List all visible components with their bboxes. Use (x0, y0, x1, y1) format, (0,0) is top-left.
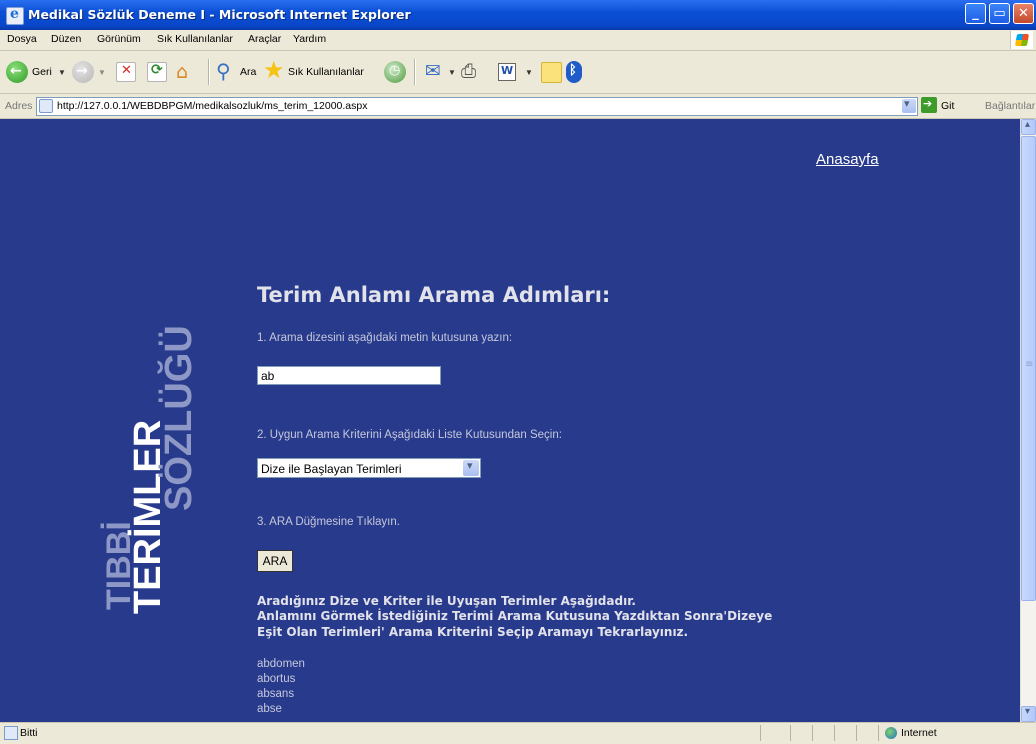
result-message-line3: Eşit Olan Terimleri' Arama Kriterini Seç… (257, 625, 689, 639)
address-label: Adres (5, 100, 33, 112)
criteria-selected-value[interactable]: Dize ile Başlayan Terimleri (261, 462, 402, 476)
edit-dropdown-icon[interactable]: ▼ (525, 68, 533, 77)
toolbar-separator (208, 59, 210, 85)
step1-label: 1. Arama dizesini aşağıdaki metin kutusu… (257, 332, 513, 344)
refresh-button[interactable]: ⟳ (147, 62, 167, 82)
mail-icon: ✉ (425, 60, 441, 82)
scroll-down-button[interactable] (1021, 706, 1036, 722)
vertical-scrollbar[interactable] (1020, 119, 1036, 722)
discuss-button[interactable] (541, 62, 562, 83)
print-icon: ⎙ (461, 60, 477, 82)
term-link[interactable]: abdomen (257, 658, 305, 670)
toolbar-separator (414, 59, 416, 85)
windows-logo-icon (1010, 31, 1033, 49)
word-icon: W (501, 64, 514, 77)
scroll-thumb[interactable] (1021, 136, 1036, 601)
menu-bar: Dosya Düzen Görünüm Sık Kullanılanlar Ar… (0, 30, 1036, 51)
close-button[interactable]: ✕ (1013, 3, 1034, 24)
favorites-button[interactable]: ★ (263, 56, 287, 84)
internet-zone-icon (885, 727, 897, 739)
step2-label: 2. Uygun Arama Kriterini Aşağıdaki Liste… (257, 429, 562, 441)
bluetooth-button[interactable]: ᛒ (566, 61, 582, 83)
search-label[interactable]: Ara (240, 66, 256, 78)
term-link[interactable]: absans (257, 688, 294, 700)
favorites-label[interactable]: Sık Kullanılanlar (288, 66, 364, 78)
star-icon: ★ (263, 56, 285, 84)
term-link[interactable]: abortus (257, 673, 295, 685)
print-button[interactable]: ⎙ (461, 60, 483, 83)
home-icon: ⌂ (176, 61, 189, 83)
toolbar: ← Geri ▼ → ▼ ✕ ⟳ ⌂ ⚲ Ara ★ Sık Kullanıla… (0, 51, 1036, 94)
menu-view[interactable]: Görünüm (97, 33, 141, 45)
menu-edit[interactable]: Düzen (51, 33, 81, 45)
ie-icon (6, 6, 24, 25)
edit-button[interactable]: W (498, 63, 516, 81)
title-bar: Medikal Sözlük Deneme I - Microsoft Inte… (0, 0, 1036, 30)
address-dropdown-icon[interactable] (902, 97, 916, 113)
page-done-icon (4, 726, 18, 740)
back-dropdown-icon[interactable]: ▼ (58, 68, 66, 77)
search-icon: ⚲ (216, 59, 231, 83)
back-button[interactable]: ← (6, 61, 28, 83)
minimize-button[interactable]: _ (965, 3, 986, 24)
security-zone-label: Internet (901, 727, 937, 739)
history-icon: ◷ (389, 63, 401, 78)
criteria-select[interactable]: Dize ile Başlayan Terimleri (257, 458, 481, 478)
page-icon (39, 99, 53, 113)
mail-button[interactable]: ✉ (425, 60, 447, 83)
term-link[interactable]: abse (257, 703, 282, 715)
address-url[interactable]: http://127.0.0.1/WEBDBPGM/medikalsozluk/… (57, 100, 367, 112)
status-text: Bitti (20, 727, 38, 739)
menu-file[interactable]: Dosya (7, 33, 37, 45)
scroll-up-button[interactable] (1021, 119, 1036, 135)
menu-help[interactable]: Yardım (293, 33, 326, 45)
home-link[interactable]: Anasayfa (816, 151, 879, 168)
refresh-icon: ⟳ (151, 62, 163, 78)
links-label[interactable]: Bağlantılar (985, 100, 1035, 112)
address-input[interactable]: http://127.0.0.1/WEBDBPGM/medikalsozluk/… (36, 97, 918, 116)
search-term-input[interactable] (257, 366, 441, 385)
status-panel-divider (812, 725, 813, 741)
status-panel-divider (834, 725, 835, 741)
forward-button[interactable]: → (72, 61, 94, 83)
search-submit-button[interactable]: ARA (257, 550, 293, 572)
select-dropdown-icon[interactable] (463, 459, 479, 476)
mail-dropdown-icon[interactable]: ▼ (448, 68, 456, 77)
address-bar: Adres http://127.0.0.1/WEBDBPGM/medikals… (0, 94, 1036, 119)
maximize-icon: ▭ (993, 6, 1006, 21)
vertical-title-line3: SÖZLÜĞÜ (158, 325, 200, 511)
back-label[interactable]: Geri (32, 66, 52, 78)
forward-arrow-icon: → (76, 63, 88, 79)
home-button[interactable]: ⌂ (176, 61, 198, 83)
bluetooth-icon: ᛒ (569, 63, 577, 78)
page-content: Anasayfa TIBBİ TERİMLER SÖZLÜĞÜ Terim An… (0, 119, 1020, 722)
stop-button[interactable]: ✕ (116, 62, 136, 82)
status-panel-divider (760, 725, 761, 741)
result-message-line1: Aradığınız Dize ve Kriter ile Uyuşan Ter… (257, 594, 636, 608)
close-icon: ✕ (1018, 6, 1029, 21)
page-heading: Terim Anlamı Arama Adımları: (257, 283, 611, 307)
status-panel-divider (856, 725, 857, 741)
go-button[interactable]: Git (941, 100, 954, 112)
forward-dropdown-icon[interactable]: ▼ (98, 68, 106, 77)
window-title: Medikal Sözlük Deneme I - Microsoft Inte… (28, 7, 411, 22)
history-button[interactable]: ◷ (384, 61, 406, 83)
menu-tools[interactable]: Araçlar (248, 33, 281, 45)
status-panel-divider (878, 725, 879, 741)
go-arrow-icon[interactable] (921, 97, 937, 113)
menu-favorites[interactable]: Sık Kullanılanlar (157, 33, 233, 45)
minimize-icon: _ (972, 6, 979, 21)
search-button[interactable]: ⚲ (216, 59, 238, 83)
status-bar: Bitti Internet (0, 722, 1036, 744)
maximize-button[interactable]: ▭ (989, 3, 1010, 24)
status-panel-divider (790, 725, 791, 741)
step3-label: 3. ARA Düğmesine Tıklayın. (257, 516, 400, 528)
back-arrow-icon: ← (10, 63, 22, 79)
stop-icon: ✕ (121, 63, 132, 78)
result-message-line2: Anlamını Görmek İstediğiniz Terimi Arama… (257, 609, 773, 623)
